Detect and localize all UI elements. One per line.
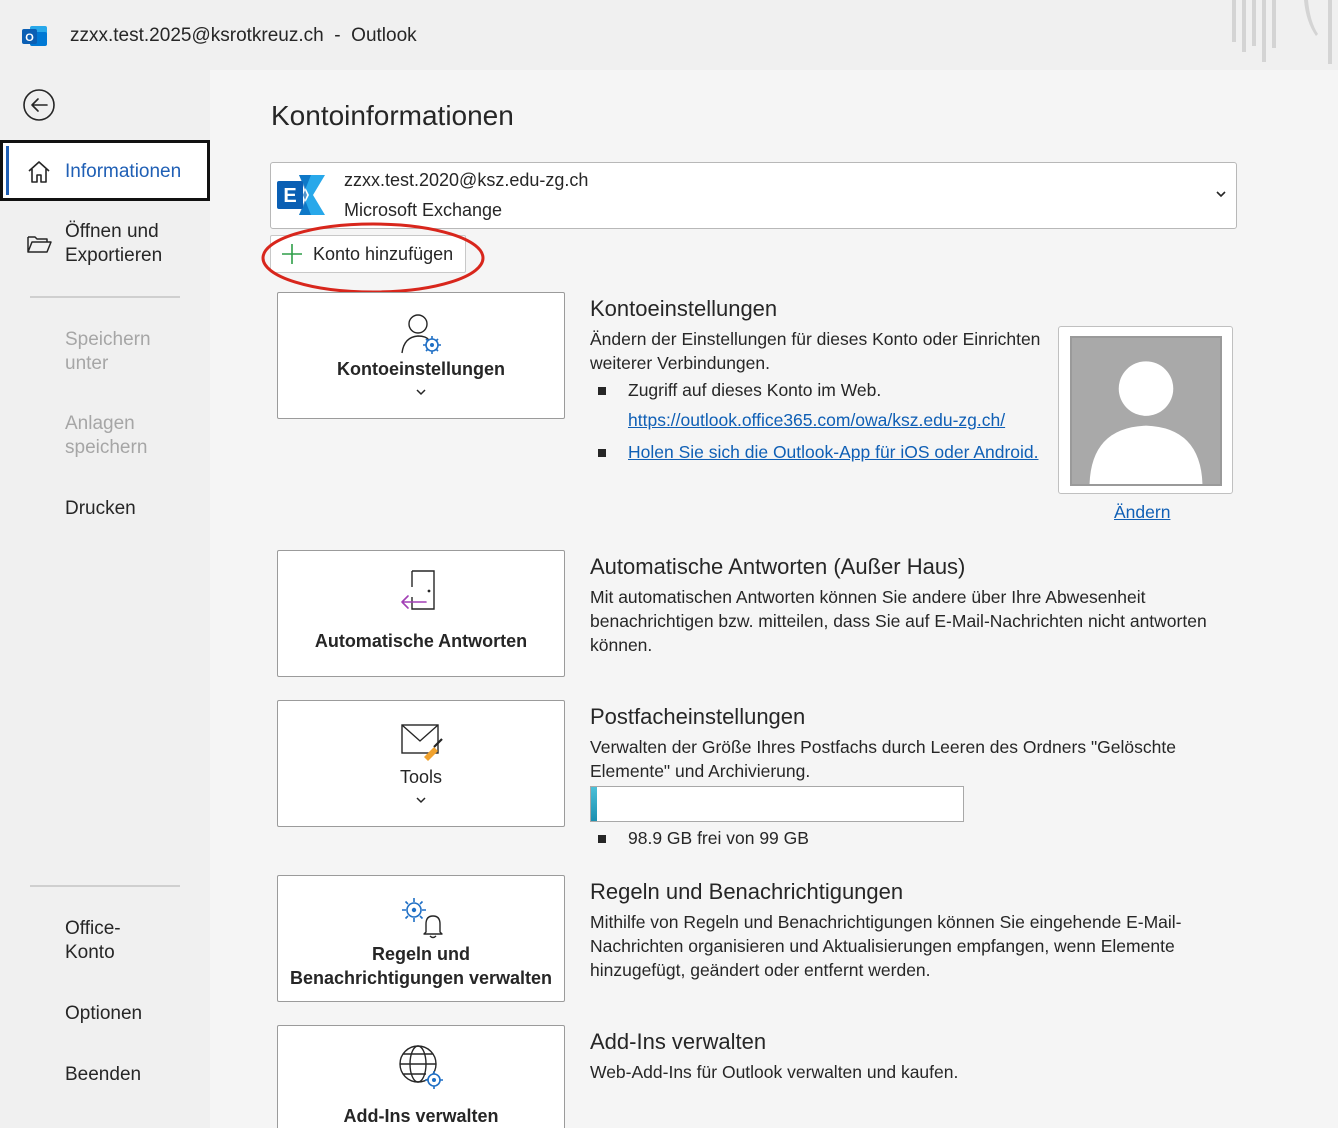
tile-label: Kontoeinstellungen xyxy=(337,359,505,379)
tile-label: Automatische Antworten xyxy=(314,631,528,651)
addins-tile[interactable]: Add-Ins verwalten xyxy=(277,1025,565,1128)
chevron-down-icon xyxy=(416,389,426,396)
sidebar-item-beenden[interactable]: Beenden xyxy=(0,1063,210,1093)
account-email: zzxx.test.2020@ksz.edu-zg.ch xyxy=(344,170,589,190)
bullet xyxy=(598,387,606,395)
owa-link[interactable]: https://outlook.office365.com/owa/ksz.ed… xyxy=(628,410,1005,431)
exchange-icon: E xyxy=(277,175,325,215)
page-title: Kontoinformationen xyxy=(271,100,514,131)
sidebar-item-label: Beenden xyxy=(65,1064,142,1085)
chevron-down-icon xyxy=(1216,191,1226,198)
title-bar: O zzxx.test.2025@ksrotkreuz.ch - Outlook xyxy=(0,0,1338,70)
section-title: Postfacheinstellungen xyxy=(590,704,806,729)
account-settings-tile[interactable]: Kontoeinstellungen xyxy=(277,292,565,419)
account-settings-icon xyxy=(401,314,441,354)
section-description: Mit automatischen Antworten können Sie a… xyxy=(590,587,1207,655)
auto-reply-door-icon xyxy=(401,570,435,610)
account-selector[interactable]: E zzxx.test.2020@ksz.edu-zg.ch Microsoft… xyxy=(270,162,1237,229)
section-title: Add-Ins verwalten xyxy=(590,1029,767,1054)
sidebar-item-label: Drucken xyxy=(65,498,136,519)
section-title: Kontoeinstellungen xyxy=(590,296,778,321)
rules-alerts-tile[interactable]: Regeln und Benachrichtigungen verwalten xyxy=(277,875,565,1002)
quota-fill xyxy=(591,787,597,821)
sidebar-divider xyxy=(30,296,180,298)
sidebar-item-label: Optionen xyxy=(65,1003,143,1024)
account-type: Microsoft Exchange xyxy=(344,200,503,220)
bullet xyxy=(598,835,606,843)
mailbox-cleanup-icon xyxy=(401,724,443,761)
avatar xyxy=(1070,336,1222,486)
sidebar-item-informationen[interactable]: Informationen xyxy=(0,140,210,201)
decorative-pattern xyxy=(1232,0,1332,64)
sidebar-item-oeffnen-exportieren[interactable]: Öffnen und Exportieren xyxy=(0,218,210,274)
plus-icon xyxy=(282,244,302,264)
tile-label: Tools xyxy=(399,767,443,787)
sidebar-item-label: Öffnen und Exportieren xyxy=(65,221,163,266)
quota-text: 98.9 GB frei von 99 GB xyxy=(628,828,809,848)
profile-photo xyxy=(1058,326,1233,494)
mailbox-quota-bar xyxy=(590,786,964,822)
tile-label: Add-Ins verwalten xyxy=(343,1106,499,1126)
change-photo-link[interactable]: Ändern xyxy=(1114,502,1170,523)
bullet xyxy=(598,449,606,457)
svg-text:E: E xyxy=(283,185,296,207)
open-folder-icon xyxy=(27,236,52,253)
sidebar-item-optionen[interactable]: Optionen xyxy=(0,1002,210,1032)
sidebar-item-anlagen-speichern: Anlagen speichern xyxy=(0,412,210,464)
sidebar-item-label: Office- Konto xyxy=(65,918,121,963)
auto-replies-tile[interactable]: Automatische Antworten xyxy=(277,550,565,677)
globe-settings-icon xyxy=(399,1045,443,1089)
section-description: Verwalten der Größe Ihres Postfachs durc… xyxy=(590,737,1176,781)
section-description: Web-Add-Ins für Outlook verwalten und ka… xyxy=(590,1062,959,1082)
sidebar-item-label: Informationen xyxy=(65,161,182,182)
sidebar-item-drucken[interactable]: Drucken xyxy=(0,497,210,527)
mobile-app-link[interactable]: Holen Sie sich die Outlook-App für iOS o… xyxy=(628,442,1039,463)
section-title: Automatische Antworten (Außer Haus) xyxy=(590,554,966,579)
rules-alerts-icon xyxy=(402,898,443,939)
svg-text:O: O xyxy=(25,32,34,44)
sidebar-item-speichern-unter: Speichern unter xyxy=(0,328,210,380)
add-account-label: Konto hinzufügen xyxy=(313,244,454,264)
section-description: Ändern der Einstellungen für dieses Kont… xyxy=(590,329,1041,373)
main-content: Kontoinformationen E zzxx.test.2020@ksz.… xyxy=(210,70,1338,1128)
sidebar-item-label: Speichern unter xyxy=(65,329,151,374)
web-access-text: Zugriff auf dieses Konto im Web. xyxy=(628,380,882,400)
outlook-icon: O xyxy=(22,26,47,46)
sidebar-divider xyxy=(30,885,180,887)
tile-label: Regeln und Benachrichtigungen verwalten xyxy=(289,944,553,988)
person-placeholder-icon xyxy=(1089,361,1203,484)
back-arrow-icon[interactable] xyxy=(22,88,56,122)
mailbox-tools-tile[interactable]: Tools xyxy=(277,700,565,827)
add-account-button[interactable]: Konto hinzufügen xyxy=(270,235,466,273)
backstage-sidebar: Informationen Öffnen und Exportieren Spe… xyxy=(0,70,210,1128)
chevron-down-icon xyxy=(416,797,426,804)
section-title: Regeln und Benachrichtigungen xyxy=(590,879,904,904)
window-title: zzxx.test.2025@ksrotkreuz.ch - Outlook xyxy=(70,25,417,46)
home-icon xyxy=(28,161,50,183)
section-description: Mithilfe von Regeln und Benachrichtigung… xyxy=(590,912,1182,980)
sidebar-item-label: Anlagen speichern xyxy=(65,413,148,458)
sidebar-item-office-konto[interactable]: Office- Konto xyxy=(0,917,210,969)
